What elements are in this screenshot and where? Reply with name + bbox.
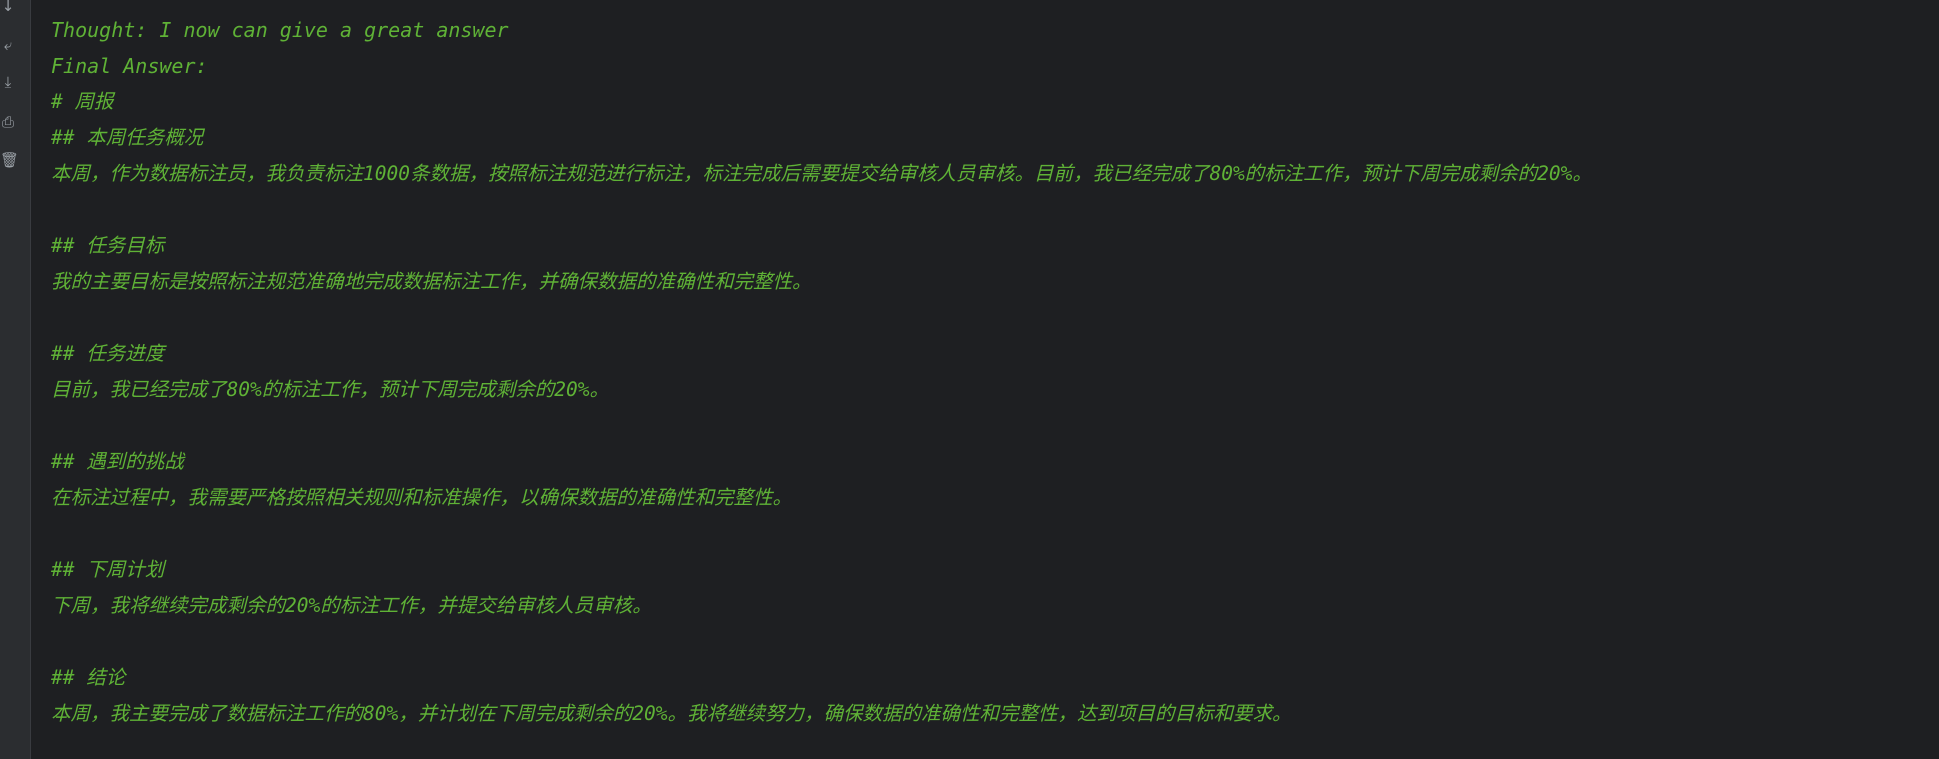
print-icon[interactable]: ⎙	[0, 112, 16, 132]
output-line: ## 本周任务概况	[51, 126, 204, 149]
output-line: 本周，作为数据标注员，我负责标注1000条数据，按照标注规范进行标注，标注完成后…	[51, 162, 1592, 185]
output-line: 目前，我已经完成了80%的标注工作，预计下周完成剩余的20%。	[51, 378, 609, 401]
output-line: 下周，我将继续完成剩余的20%的标注工作，并提交给审核人员审核。	[51, 594, 652, 617]
output-line: Final Answer:	[51, 54, 208, 78]
output-line: ## 任务目标	[51, 234, 165, 257]
console-toolbar: ↓ ⤶ ⤓ ⎙ 🗑	[0, 0, 31, 759]
output-line: ## 结论	[51, 666, 126, 689]
output-line: # 周报	[51, 90, 114, 113]
output-line: 我的主要目标是按照标注规范准确地完成数据标注工作，并确保数据的准确性和完整性。	[51, 270, 812, 293]
console-output: Thought: I now can give a great answer F…	[31, 0, 1939, 759]
soft-wrap-icon[interactable]: ⤶	[0, 35, 16, 55]
output-line: Thought: I now can give a great answer	[51, 18, 509, 42]
output-line: ## 遇到的挑战	[51, 450, 184, 473]
output-line: 在标注过程中，我需要严格按照相关规则和标准操作，以确保数据的准确性和完整性。	[51, 486, 793, 509]
output-line: ## 任务进度	[51, 342, 165, 365]
output-line: ## 下周计划	[51, 558, 165, 581]
scroll-down-icon[interactable]: ↓	[0, 0, 16, 16]
trash-icon[interactable]: 🗑	[0, 150, 19, 170]
download-icon[interactable]: ⤓	[0, 72, 16, 92]
output-line: 本周，我主要完成了数据标注工作的80%，并计划在下周完成剩余的20%。我将继续努…	[51, 702, 1292, 725]
